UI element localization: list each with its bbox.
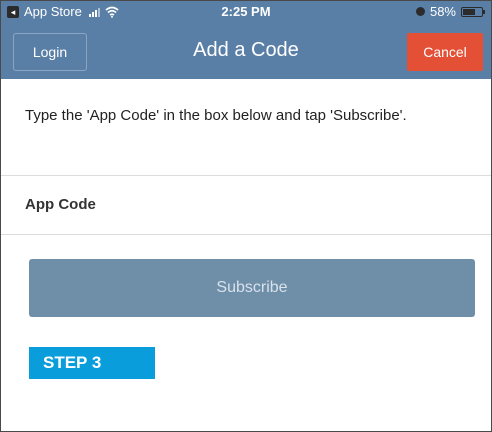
subscribe-button[interactable]: Subscribe [29, 259, 475, 317]
cancel-button[interactable]: Cancel [407, 33, 483, 71]
phone-screen: ◂ App Store 2:25 PM 58% Login Add a Code… [0, 0, 492, 432]
status-bar: ◂ App Store 2:25 PM 58% [1, 1, 491, 23]
battery-icon [461, 6, 485, 17]
status-right: 58% [415, 4, 485, 19]
divider-bottom [1, 234, 491, 235]
instructions-text: Type the 'App Code' in the box below and… [25, 107, 407, 124]
navigation-bar: Login Add a Code Cancel [1, 23, 491, 79]
divider-top [1, 175, 491, 176]
app-code-label: App Code [25, 196, 96, 213]
battery-percent: 58% [429, 4, 456, 19]
app-code-input[interactable] [141, 187, 471, 223]
step-badge: STEP 3 [29, 347, 155, 379]
do-not-disturb-icon [415, 7, 425, 16]
